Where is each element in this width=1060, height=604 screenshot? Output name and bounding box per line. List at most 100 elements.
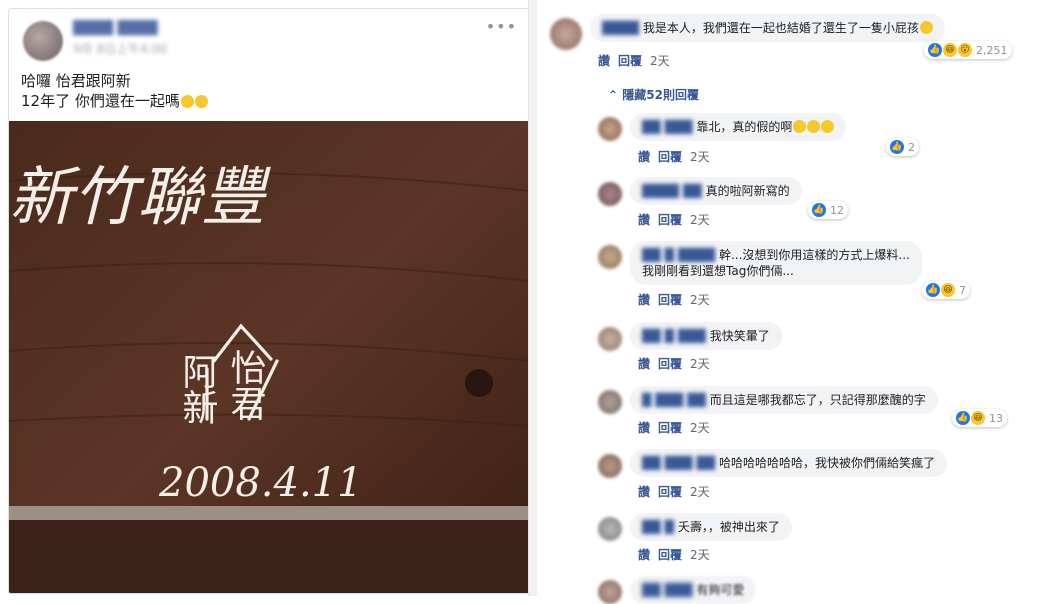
haha-reaction-icon: 😆	[943, 43, 957, 57]
post-text-line: 哈囉 怡君跟阿新	[21, 72, 131, 90]
reply-text: 夭壽，，被神出來了	[677, 520, 780, 534]
reply-link[interactable]: 回覆	[658, 357, 682, 371]
reply-bubble: ██ ███ 有夠可愛	[630, 576, 757, 604]
reply-author[interactable]: ██ █ ████	[642, 247, 715, 263]
laugh-emoji-icon	[194, 95, 208, 108]
reaction-number: 2,251	[976, 43, 1008, 57]
reply-text: 哈哈哈哈哈哈哈，我快被你們倆給笑瘋了	[718, 456, 935, 470]
reply-link[interactable]: 回覆	[658, 150, 682, 164]
laugh-emoji-icon	[793, 120, 807, 133]
reply-link[interactable]: 回覆	[658, 421, 682, 435]
reaction-number: 13	[989, 411, 1003, 425]
laugh-emoji-icon	[180, 95, 194, 108]
reply-text: 我剛剛看到還想Tag你們倆...	[642, 264, 794, 278]
avatar[interactable]	[598, 117, 622, 141]
reply-actions: 讚回覆 2天	[638, 355, 718, 372]
avatar[interactable]	[598, 327, 622, 351]
wow-reaction-icon: 😮	[958, 43, 972, 57]
reaction-count[interactable]: 👍 2	[886, 138, 919, 156]
reply-actions: 讚回覆 2天	[638, 546, 718, 563]
like-link[interactable]: 讚	[638, 485, 650, 499]
reply-link[interactable]: 回覆	[618, 54, 642, 68]
poster-name[interactable]: ████ ████	[73, 21, 158, 36]
comments-column: ████ 我是本人，我們還在一起也結婚了還生了一隻小屁孩 👍 😆 😮 2,251 讚回覆…	[540, 0, 1060, 604]
reply-age[interactable]: 2天	[690, 485, 710, 499]
reply-age[interactable]: 2天	[690, 213, 710, 227]
carving-date: 2008.4.11	[158, 460, 363, 506]
reply-author[interactable]: ██ █ ███	[642, 328, 706, 344]
like-link[interactable]: 讚	[598, 54, 610, 68]
reply-link[interactable]: 回覆	[658, 485, 682, 499]
like-link[interactable]: 讚	[638, 293, 650, 307]
reply-bubble: ██ ███ 靠北，真的假的啊	[630, 113, 847, 141]
laugh-emoji-icon	[821, 120, 835, 133]
like-reaction-icon: 👍	[928, 43, 942, 57]
reaction-count[interactable]: 👍 😆 😮 2,251	[924, 41, 1012, 59]
reply-author[interactable]: ██ ███ ██	[642, 455, 715, 471]
post-photo[interactable]: 新竹聯豐 怡君 阿新 2008.4.11	[9, 121, 529, 593]
reply-text: 而且這是哪我都忘了，只記得那麼醜的字	[709, 393, 926, 407]
reaction-count[interactable]: 👍 😆 7	[922, 281, 970, 299]
reply-age[interactable]: 2天	[690, 150, 710, 164]
scrollbar[interactable]	[528, 0, 537, 596]
comment-actions: 讚回覆 2天	[598, 52, 678, 69]
reply-bubble: ██ ███ ██ 哈哈哈哈哈哈哈，我快被你們倆給笑瘋了	[630, 449, 947, 477]
avatar[interactable]	[23, 21, 63, 61]
like-reaction-icon: 👍	[812, 203, 826, 217]
haha-reaction-icon: 😆	[941, 283, 955, 297]
like-reaction-icon: 👍	[926, 283, 940, 297]
reply-link[interactable]: 回覆	[658, 213, 682, 227]
avatar[interactable]	[598, 517, 622, 541]
like-reaction-icon: 👍	[956, 411, 970, 425]
reply-author[interactable]: █ ███ ██	[642, 392, 706, 408]
reply-author[interactable]: ██ █	[642, 519, 674, 535]
avatar[interactable]	[598, 580, 622, 604]
comment-author[interactable]: ████	[602, 20, 639, 36]
avatar[interactable]	[598, 182, 622, 206]
post-timestamp[interactable]: 9月 8日上午4:00	[73, 40, 167, 57]
avatar[interactable]	[598, 454, 622, 478]
avatar[interactable]	[550, 18, 582, 50]
reply-author[interactable]: ██ ███	[642, 119, 692, 135]
post-column: ████ ████ 9月 8日上午4:00 ••• 哈囉 怡君跟阿新 12年了 …	[0, 0, 535, 596]
reply-link[interactable]: 回覆	[658, 293, 682, 307]
reply-bubble: ████ ██ 真的啦阿新寫的	[630, 177, 802, 205]
avatar[interactable]	[598, 390, 622, 414]
like-link[interactable]: 讚	[638, 213, 650, 227]
like-link[interactable]: 讚	[638, 421, 650, 435]
like-link[interactable]: 讚	[638, 548, 650, 562]
reaction-number: 2	[908, 140, 915, 154]
reply-actions: 讚回覆 2天	[638, 419, 718, 436]
reply-text: 真的啦阿新寫的	[705, 184, 790, 198]
reply-age[interactable]: 2天	[690, 357, 710, 371]
reaction-count[interactable]: 👍 12	[808, 201, 848, 219]
reply-bubble: ██ █ 夭壽，，被神出來了	[630, 513, 792, 541]
reply-age[interactable]: 2天	[690, 548, 710, 562]
reply-actions: 讚回覆 2天	[638, 211, 718, 228]
reaction-number: 7	[959, 283, 966, 297]
comment-age[interactable]: 2天	[650, 54, 670, 68]
reply-text: 有夠可愛	[696, 583, 745, 597]
like-link[interactable]: 讚	[638, 357, 650, 371]
like-link[interactable]: 讚	[638, 150, 650, 164]
reply-age[interactable]: 2天	[690, 421, 710, 435]
hide-replies-label: 隱藏52則回覆	[622, 88, 699, 102]
carving-name-right: 怡君	[225, 349, 266, 421]
more-options-icon[interactable]: •••	[486, 17, 517, 36]
reaction-count[interactable]: 👍 😆 13	[952, 409, 1007, 427]
post-card: ████ ████ 9月 8日上午4:00 ••• 哈囉 怡君跟阿新 12年了 …	[8, 8, 530, 594]
comment-bubble: ████ 我是本人，我們還在一起也結婚了還生了一隻小屁孩	[590, 14, 945, 42]
reply-author[interactable]: ████ ██	[642, 183, 702, 199]
hide-replies-link[interactable]: ⌃ 隱藏52則回覆	[608, 86, 699, 103]
avatar[interactable]	[598, 245, 622, 269]
reply-age[interactable]: 2天	[690, 293, 710, 307]
haha-reaction-icon: 😆	[971, 411, 985, 425]
post-text-line: 12年了 你們還在一起嗎	[21, 91, 208, 111]
reply-actions: 讚回覆 2天	[638, 148, 718, 165]
reply-link[interactable]: 回覆	[658, 548, 682, 562]
reply-bubble: █ ███ ██ 而且這是哪我都忘了，只記得那麼醜的字	[630, 386, 938, 414]
reply-actions: 讚回覆 2天	[638, 291, 718, 308]
reply-actions: 讚回覆 2天	[638, 483, 718, 500]
carving-name-left: 阿新	[177, 353, 218, 425]
laugh-emoji-icon	[919, 21, 933, 34]
